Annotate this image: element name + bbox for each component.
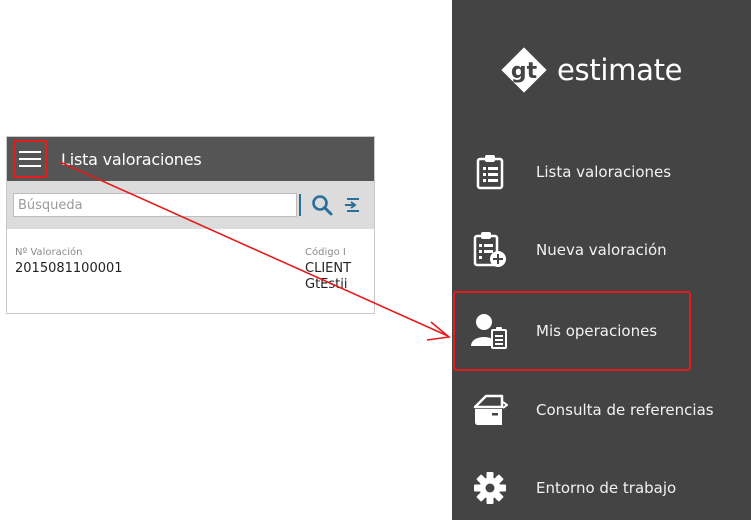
mis-operaciones-highlight-box (453, 291, 691, 371)
search-bar (7, 181, 374, 229)
cell-codigo: CLIENT GtEstii (305, 261, 351, 293)
clipboard-list-icon (470, 152, 510, 192)
column-header-valoracion: Nº Valoración (15, 247, 83, 258)
sidebar-item-consulta-referencias[interactable]: Consulta de referencias (452, 385, 751, 435)
logo-icon: gt (501, 47, 547, 93)
logo-mark: gt (511, 59, 538, 84)
sidebar-item-lista-valoraciones[interactable]: Lista valoraciones (452, 147, 751, 197)
clipboard-add-icon (470, 230, 510, 270)
page-title: Lista valoraciones (61, 149, 202, 169)
sidebar-item-nueva-valoracion[interactable]: Nueva valoración (452, 225, 751, 275)
sidebar-item-label: Entorno de trabajo (536, 479, 677, 497)
sidebar-item-label: Consulta de referencias (536, 401, 714, 419)
cell-codigo-line1: CLIENT (305, 261, 352, 276)
sidebar-item-label: Nueva valoración (536, 241, 667, 259)
brand-name: estimate (557, 53, 683, 87)
brand-logo: gt estimate (497, 40, 683, 100)
app-window: Lista valoraciones Nº Valoración Código … (6, 136, 375, 314)
app-header: Lista valoraciones (7, 137, 374, 181)
list-header: Nº Valoración Código I (7, 229, 374, 258)
sidebar-menu: gt estimate Lista valoraciones Nueva val… (452, 0, 751, 520)
sidebar-item-entorno-trabajo[interactable]: Entorno de trabajo (452, 463, 751, 513)
car-door-icon (470, 390, 510, 430)
filter-icon[interactable] (345, 194, 359, 216)
search-icon[interactable] (311, 194, 333, 216)
cell-valoracion: 2015081100001 (15, 261, 123, 276)
cell-codigo-line2: GtEstii (305, 277, 348, 292)
search-input[interactable] (13, 193, 297, 217)
gear-icon (470, 468, 510, 508)
table-row[interactable]: 2015081100001 CLIENT GtEstii (7, 258, 374, 293)
search-divider (299, 194, 301, 216)
menu-highlight-box (13, 140, 47, 178)
column-header-codigo: Código I (305, 247, 346, 258)
sidebar-item-label: Lista valoraciones (536, 163, 672, 181)
